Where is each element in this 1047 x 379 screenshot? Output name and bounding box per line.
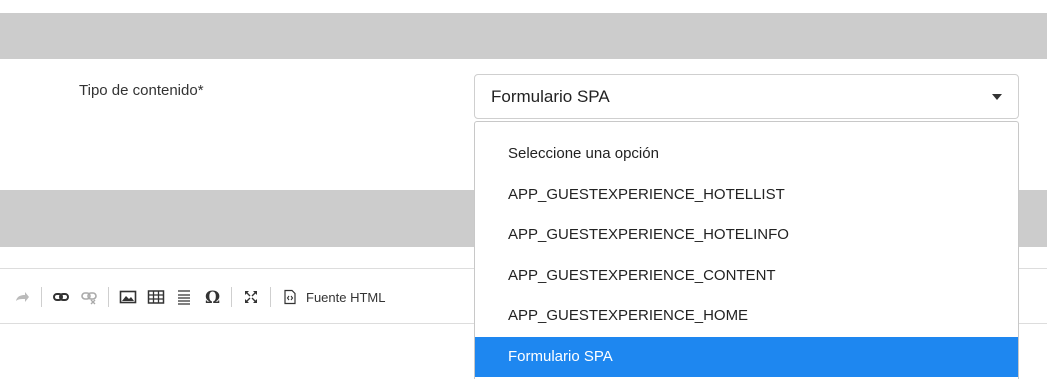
toolbar-separator xyxy=(231,287,232,307)
caret-down-icon xyxy=(992,93,1002,100)
link-icon[interactable] xyxy=(49,285,73,309)
section-header-bar xyxy=(0,13,1047,59)
dropdown-option[interactable]: APP_GUESTEXPERIENCE_HOTELINFO xyxy=(475,215,1018,256)
dropdown-option-selected[interactable]: Formulario SPA xyxy=(475,336,1018,377)
toolbar-separator xyxy=(41,287,42,307)
maximize-icon[interactable] xyxy=(239,285,263,309)
dropdown-option[interactable]: APP_GUESTEXPERIENCE_CONTENT xyxy=(475,256,1018,297)
content-type-selected-value: Formulario SPA xyxy=(491,86,610,106)
source-html-button[interactable]: Fuente HTML xyxy=(306,290,385,305)
dropdown-option[interactable]: APP_GUESTEXPERIENCE_HOME xyxy=(475,296,1018,337)
special-char-icon[interactable]: Ω xyxy=(200,285,224,309)
horizontal-line-icon[interactable] xyxy=(172,285,196,309)
table-icon[interactable] xyxy=(144,285,168,309)
toolbar-separator xyxy=(108,287,109,307)
editor-toolbar: Ω Fuente HTML xyxy=(8,280,472,314)
dropdown-option[interactable]: APP_GUESTEXPERIENCE_HOTELLIST xyxy=(475,175,1018,216)
toolbar-separator xyxy=(270,287,271,307)
unlink-icon[interactable] xyxy=(77,285,101,309)
page: Tipo de contenido* Formulario SPA Ω Fuen… xyxy=(0,0,1047,379)
svg-text:Ω: Ω xyxy=(205,288,220,306)
content-type-dropdown: Seleccione una opción APP_GUESTEXPERIENC… xyxy=(474,121,1019,379)
source-icon[interactable] xyxy=(278,285,302,309)
image-icon[interactable] xyxy=(116,285,140,309)
redo-icon[interactable] xyxy=(10,285,34,309)
content-type-select[interactable]: Formulario SPA xyxy=(474,74,1019,119)
dropdown-option[interactable]: Seleccione una opción xyxy=(475,134,1018,175)
content-type-label: Tipo de contenido* xyxy=(79,82,204,99)
